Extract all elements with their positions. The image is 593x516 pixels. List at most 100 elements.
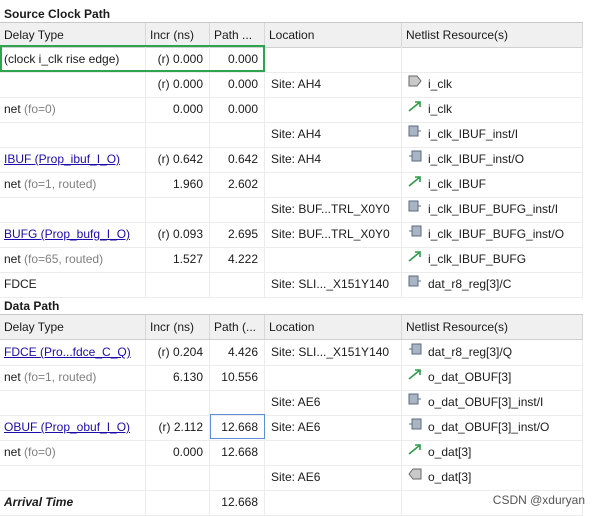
netlist-resource-cell[interactable]: dat_r8_reg[3]/C [402, 272, 583, 297]
source-clock-path-title: Source Clock Path [0, 6, 583, 23]
netlist-resource-name[interactable]: i_clk [428, 102, 452, 116]
delay-type-cell[interactable]: OBUF (Prop_obuf_I_O) [0, 415, 146, 440]
col-location[interactable]: Location [265, 315, 402, 339]
table-row[interactable]: net (fo=0) 0.000 0.000 i_clk [0, 97, 583, 123]
location-cell: Site: BUF...TRL_X0Y0 [265, 197, 402, 222]
path-cell[interactable]: 12.668 [210, 490, 265, 515]
delay-type-text: net [4, 252, 21, 266]
delay-type-cell[interactable]: BUFG (Prop_bufg_I_O) [0, 222, 146, 247]
col-path[interactable]: Path ... [210, 23, 265, 47]
delay-type-link[interactable]: BUFG (Prop_bufg_I_O) [4, 227, 130, 241]
delay-type-cell[interactable]: FDCE (Pro...fdce_C_Q) [0, 340, 146, 365]
table-row[interactable]: net (fo=65, routed) 1.527 4.222 i_clk_IBUF_… [0, 247, 583, 273]
incr-cell: 0.000 [146, 440, 210, 465]
table-row[interactable]: IBUF (Prop_ibuf_I_O) (r) 0.642 0.642 Site: … [0, 147, 583, 173]
table-row[interactable]: Site: AE6 o_dat_OBUF[3]_inst/I [0, 390, 583, 416]
delay-type-text: net [4, 445, 21, 459]
netlist-resource-name[interactable]: i_clk_IBUF [428, 177, 486, 191]
path-cell[interactable]: 12.668 [210, 440, 265, 465]
delay-type-text: Arrival Time [4, 495, 74, 509]
netlist-resource-cell[interactable]: o_dat_OBUF[3] [402, 365, 583, 390]
netlist-resource-name[interactable]: dat_r8_reg[3]/C [428, 277, 511, 291]
netlist-resource-name[interactable]: o_dat[3] [428, 445, 471, 459]
delay-type-cell [0, 390, 146, 415]
incr-cell: 1.960 [146, 172, 210, 197]
path-cell[interactable]: 0.000 [210, 97, 265, 122]
path-cell[interactable] [210, 390, 265, 415]
delay-type-link[interactable]: FDCE (Pro...fdce_C_Q) [4, 345, 131, 359]
net-icon [408, 365, 422, 389]
delay-type-cell: net (fo=0) [0, 97, 146, 122]
location-cell: Site: SLI..._X151Y140 [265, 272, 402, 297]
net-icon [408, 97, 422, 121]
table-row[interactable]: net (fo=1, routed) 6.130 10.556 o_dat_OBUF[… [0, 365, 583, 391]
col-delay-type[interactable]: Delay Type [0, 23, 146, 47]
netlist-resource-cell[interactable]: i_clk_IBUF_inst/O [402, 147, 583, 172]
netlist-resource-name[interactable]: dat_r8_reg[3]/Q [428, 345, 512, 359]
location-cell [265, 490, 402, 515]
netlist-resource-name[interactable]: o_dat_OBUF[3]_inst/I [428, 395, 543, 409]
col-delay-type[interactable]: Delay Type [0, 315, 146, 339]
col-incr[interactable]: Incr (ns) [146, 23, 210, 47]
path-cell[interactable]: 2.695 [210, 222, 265, 247]
netlist-resource-cell[interactable]: i_clk_IBUF_BUFG_inst/I [402, 197, 583, 222]
netlist-resource-cell[interactable]: o_dat[3] [402, 440, 583, 465]
path-cell[interactable]: 4.222 [210, 247, 265, 272]
netlist-resource-cell[interactable]: i_clk [402, 72, 583, 97]
path-cell[interactable]: 2.602 [210, 172, 265, 197]
delay-type-cell[interactable]: IBUF (Prop_ibuf_I_O) [0, 147, 146, 172]
col-path[interactable]: Path (... [210, 315, 265, 339]
col-netlist-resources[interactable]: Netlist Resource(s) [402, 315, 583, 339]
netlist-resource-name[interactable]: o_dat_OBUF[3] [428, 370, 511, 384]
table-row[interactable]: OBUF (Prop_obuf_I_O) (r) 2.112 12.668 Site:… [0, 415, 583, 441]
netlist-resource-name[interactable]: i_clk [428, 77, 452, 91]
netlist-resource-cell[interactable]: i_clk [402, 97, 583, 122]
netlist-resource-name[interactable]: o_dat[3] [428, 470, 471, 484]
netlist-resource-cell[interactable]: o_dat_OBUF[3]_inst/O [402, 415, 583, 440]
netlist-resource-cell[interactable]: i_clk_IBUF_BUFG_inst/O [402, 222, 583, 247]
incr-cell: 6.130 [146, 365, 210, 390]
path-cell[interactable]: 10.556 [210, 365, 265, 390]
path-cell[interactable] [210, 197, 265, 222]
table-row[interactable]: (r) 0.000 0.000 Site: AH4 i_clk [0, 72, 583, 98]
netlist-resource-cell[interactable]: i_clk_IBUF [402, 172, 583, 197]
incr-cell: (r) 0.204 [146, 340, 210, 365]
port-out-icon [408, 465, 422, 489]
table-row[interactable]: BUFG (Prop_bufg_I_O) (r) 0.093 2.695 Site: … [0, 222, 583, 248]
col-location[interactable]: Location [265, 23, 402, 47]
table-row[interactable]: net (fo=0) 0.000 12.668 o_dat[3] [0, 440, 583, 466]
netlist-resource-cell[interactable]: o_dat_OBUF[3]_inst/I [402, 390, 583, 415]
netlist-resource-cell[interactable]: o_dat[3] [402, 465, 583, 490]
path-cell[interactable] [210, 465, 265, 490]
netlist-resource-cell[interactable]: i_clk_IBUF_BUFG [402, 247, 583, 272]
netlist-resource-cell[interactable]: i_clk_IBUF_inst/I [402, 122, 583, 147]
incr-cell: (r) 2.112 [146, 415, 210, 440]
netlist-resource-name[interactable]: i_clk_IBUF_BUFG_inst/O [428, 227, 564, 241]
table-row[interactable]: Site: AH4 i_clk_IBUF_inst/I [0, 122, 583, 148]
table-row[interactable]: FDCE (Pro...fdce_C_Q) (r) 0.204 4.426 Site:… [0, 340, 583, 366]
data-table-header: Delay Type Incr (ns) Path (... Location … [0, 315, 583, 340]
delay-type-link[interactable]: IBUF (Prop_ibuf_I_O) [4, 152, 120, 166]
path-cell[interactable]: 0.642 [210, 147, 265, 172]
path-cell[interactable] [210, 272, 265, 297]
netlist-resource-name[interactable]: i_clk_IBUF_inst/I [428, 127, 518, 141]
path-cell[interactable]: 0.000 [210, 72, 265, 97]
data-path-title: Data Path [0, 298, 583, 315]
netlist-resource-name[interactable]: i_clk_IBUF_BUFG_inst/I [428, 202, 558, 216]
path-cell[interactable] [210, 122, 265, 147]
table-row[interactable]: Site: BUF...TRL_X0Y0 i_clk_IBUF_BUFG_inst… [0, 197, 583, 223]
table-row[interactable]: Site: AE6 o_dat[3] [0, 465, 583, 491]
col-netlist-resources[interactable]: Netlist Resource(s) [402, 23, 583, 47]
col-incr[interactable]: Incr (ns) [146, 315, 210, 339]
delay-type-text: FDCE [4, 277, 37, 291]
netlist-resource-cell[interactable]: dat_r8_reg[3]/Q [402, 340, 583, 365]
pin-out-icon [408, 222, 422, 246]
path-cell[interactable]: 4.426 [210, 340, 265, 365]
table-row[interactable]: FDCE Site: SLI..._X151Y140 dat_r8_reg[3]/C [0, 272, 583, 298]
netlist-resource-cell[interactable] [402, 47, 583, 72]
delay-type-link[interactable]: OBUF (Prop_obuf_I_O) [4, 420, 130, 434]
netlist-resource-name[interactable]: o_dat_OBUF[3]_inst/O [428, 420, 549, 434]
table-row[interactable]: net (fo=1, routed) 1.960 2.602 i_clk_IBUF [0, 172, 583, 198]
netlist-resource-name[interactable]: i_clk_IBUF_inst/O [428, 152, 524, 166]
netlist-resource-name[interactable]: i_clk_IBUF_BUFG [428, 252, 526, 266]
